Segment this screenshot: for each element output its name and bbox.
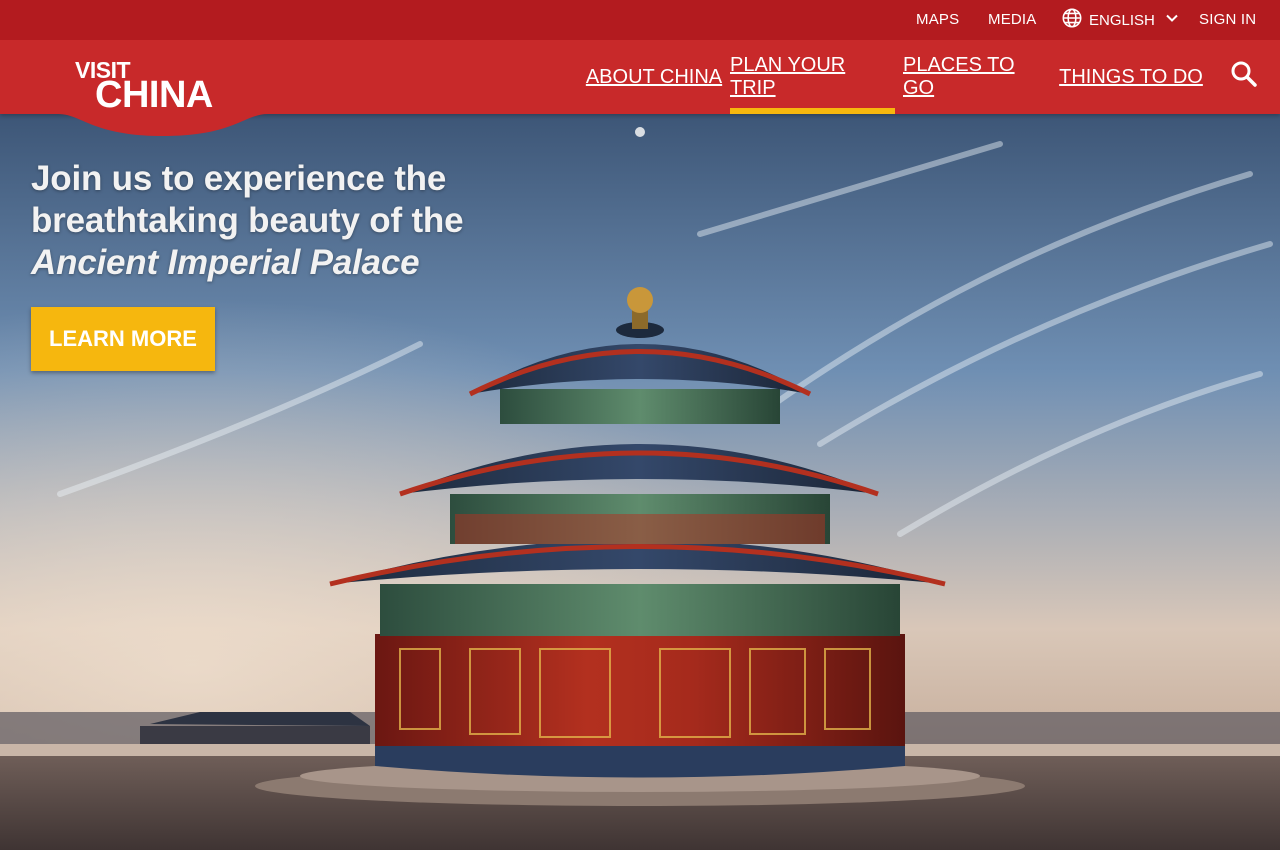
chevron-down-icon xyxy=(1165,11,1179,30)
media-link[interactable]: MEDIA xyxy=(988,11,1037,28)
headline-line-2: breathtaking beauty of the xyxy=(31,201,464,240)
nav-plan-your-trip[interactable]: PLAN YOUR TRIP xyxy=(730,40,895,114)
nav-places-to-go[interactable]: PLACES TO GO xyxy=(903,40,1050,114)
headline-line-1: Join us to experience the xyxy=(31,159,447,198)
nav-about-china[interactable]: ABOUT CHINA xyxy=(584,40,724,114)
search-icon[interactable] xyxy=(1228,58,1260,90)
maps-link[interactable]: MAPS xyxy=(916,11,959,28)
logo-text-china: CHINA xyxy=(95,74,213,116)
hero-headline: Join us to experience the breathtaking b… xyxy=(31,158,551,284)
visit-china-logo[interactable]: VISIT CHINA xyxy=(58,40,268,138)
language-label: ENGLISH xyxy=(1089,11,1155,29)
sign-in-link[interactable]: SIGN IN xyxy=(1199,11,1256,28)
nav-things-to-do[interactable]: THINGS TO DO xyxy=(1058,40,1204,114)
hero-banner: Join us to experience the breathtaking b… xyxy=(0,114,1280,850)
globe-icon xyxy=(1061,7,1083,34)
utility-bar: MAPS MEDIA ENGLISH SIGN IN xyxy=(0,0,1280,40)
learn-more-button[interactable]: LEARN MORE xyxy=(31,307,215,371)
headline-emphasis: Ancient Imperial Palace xyxy=(31,243,420,282)
language-selector[interactable]: ENGLISH xyxy=(1061,7,1179,34)
